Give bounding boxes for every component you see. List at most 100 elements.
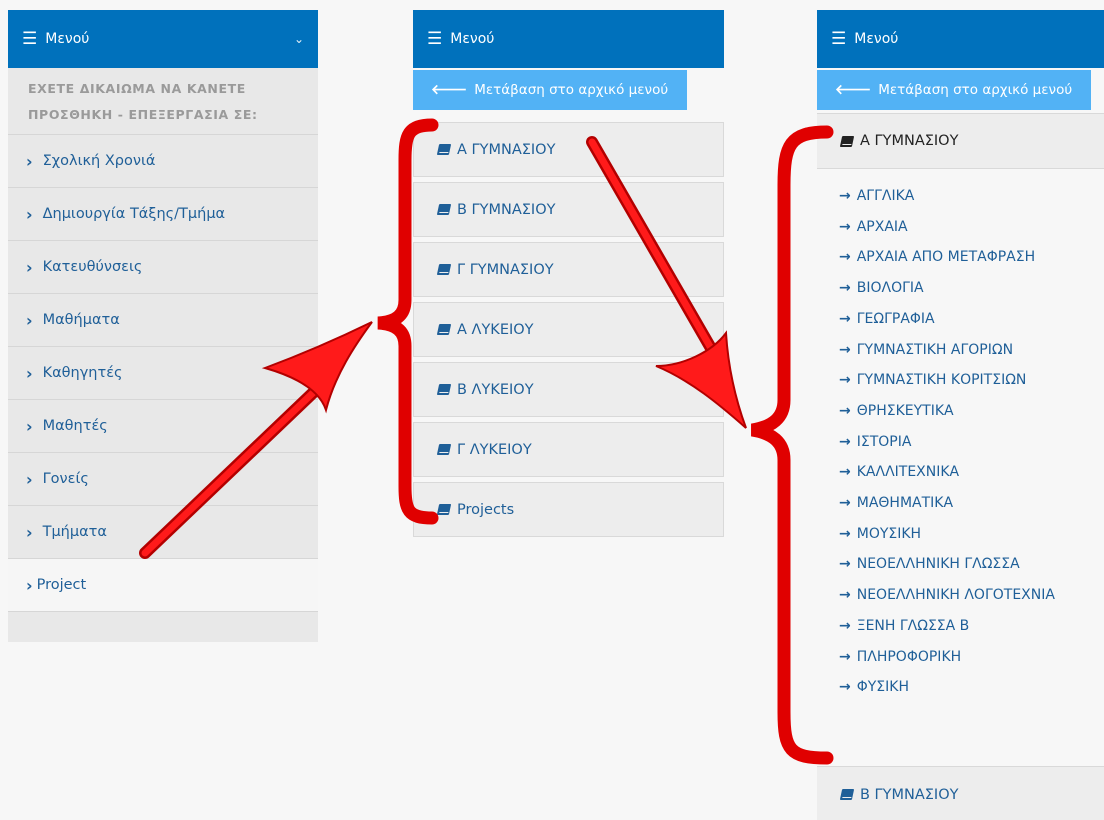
subject-label: ΑΓΓΛΙΚΑ xyxy=(856,188,915,204)
arrow-right-icon: → xyxy=(839,341,851,358)
subject-link-6[interactable]: → ΓΥΜΝΑΣΤΙΚΗ ΚΟΡΙΤΣΙΩΝ xyxy=(839,365,1104,396)
book-icon xyxy=(436,444,452,455)
chevron-right-icon: › xyxy=(26,257,33,277)
book-icon xyxy=(436,204,452,215)
selected-class-item[interactable]: Α ΓΥΜΝΑΣΙΟΥ xyxy=(817,113,1104,169)
subject-label: ΠΛΗΡΟΦΟΡΙΚΗ xyxy=(856,648,962,665)
subject-label: ΒΙΟΛΟΓΙΑ xyxy=(856,280,924,297)
subject-link-3[interactable]: → ΒΙΟΛΟΓΙΑ xyxy=(839,273,1104,304)
chevron-down-icon[interactable]: ⌄ xyxy=(294,32,304,46)
arrow-right-icon: → xyxy=(839,495,851,512)
menu-title: Μενού xyxy=(450,31,495,47)
subject-link-5[interactable]: → ΓΥΜΝΑΣΤΙΚΗ ΑΓΟΡΙΩΝ xyxy=(839,335,1104,366)
sidebar-item-label: Δημιουργία Τάξης/Τμήμα xyxy=(42,206,226,222)
class-item-next[interactable]: Β ΓΥΜΝΑΣΙΟΥ xyxy=(817,766,1104,820)
arrow-left-icon: 🡐 xyxy=(835,82,872,98)
sidebar-item-label: Γονείς xyxy=(42,471,89,487)
subject-link-13[interactable]: → ΝΕΟΕΛΛΗΝΙΚΗ ΛΟΓΟΤΕΧΝΙΑ xyxy=(839,580,1104,611)
class-item-2[interactable]: Γ ΓΥΜΝΑΣΙΟΥ xyxy=(413,242,724,297)
sidebar-item-5[interactable]: › Μαθητές xyxy=(8,400,318,453)
book-icon xyxy=(436,384,452,395)
sidebar-item-label: Καθηγητές xyxy=(42,365,123,381)
subject-link-4[interactable]: → ΓΕΩΓΡΑΦΙΑ xyxy=(839,304,1104,335)
subject-label: ΦΥΣΙΚΗ xyxy=(856,679,909,696)
menu-header[interactable]: ☰ Μενού ⌄ xyxy=(8,10,318,68)
sidebar-item-label: Project xyxy=(36,577,87,593)
sidebar-item-2[interactable]: › Κατευθύνσεις xyxy=(8,241,318,294)
subject-link-15[interactable]: → ΠΛΗΡΟΦΟΡΙΚΗ xyxy=(839,642,1104,673)
class-item-0[interactable]: Α ΓΥΜΝΑΣΙΟΥ xyxy=(413,122,724,177)
sidebar-item-label: Μαθητές xyxy=(42,418,108,434)
back-to-main-menu-button[interactable]: 🡐 Μετάβαση στο αρχικό μενού xyxy=(817,70,1091,110)
class-item-3[interactable]: Α ΛΥΚΕΙΟΥ xyxy=(413,302,724,357)
class-item-label: Α ΓΥΜΝΑΣΙΟΥ xyxy=(457,141,556,158)
arrow-right-icon: → xyxy=(839,648,851,665)
class-item-label: Α ΛΥΚΕΙΟΥ xyxy=(457,321,534,338)
class-item-4[interactable]: Β ΛΥΚΕΙΟΥ xyxy=(413,362,724,417)
subject-label: ΓΥΜΝΑΣΤΙΚΗ ΑΓΟΡΙΩΝ xyxy=(856,341,1014,358)
class-item-1[interactable]: Β ΓΥΜΝΑΣΙΟΥ xyxy=(413,182,724,237)
subject-list: → ΑΓΓΛΙΚΑ → ΑΡΧΑΙΑ → ΑΡΧΑΙΑ ΑΠΟ ΜΕΤΑΦΡΑΣΗ → ΒΙΟ… xyxy=(817,169,1104,703)
hamburger-icon: ☰ xyxy=(831,28,847,49)
subject-label: ΘΡΗΣΚΕΥΤΙΚΑ xyxy=(856,402,954,419)
arrow-right-icon: → xyxy=(839,310,851,327)
sidebar-item-7[interactable]: › Τμήματα xyxy=(8,506,318,559)
classes-panel: ☰ Μενού 🡐 Μετάβαση στο αρχικό μενού Α ΓΥ… xyxy=(413,10,724,537)
sidebar-item-label: Τμήματα xyxy=(42,524,107,540)
subject-link-12[interactable]: → ΝΕΟΕΛΛΗΝΙΚΗ ΓΛΩΣΣΑ xyxy=(839,549,1104,580)
selected-class-label: Α ΓΥΜΝΑΣΙΟΥ xyxy=(860,133,959,149)
class-item-label: Γ ΓΥΜΝΑΣΙΟΥ xyxy=(457,261,554,278)
sidebar-item-4[interactable]: › Καθηγητές xyxy=(8,347,318,400)
subject-label: ΚΑΛΛΙΤΕΧΝΙΚΑ xyxy=(856,464,960,481)
sidebar-item-3[interactable]: › Μαθήματα xyxy=(8,294,318,347)
subject-label: ΜΑΘΗΜΑΤΙΚΑ xyxy=(856,495,954,512)
menu-header[interactable]: ☰ Μενού xyxy=(413,10,724,68)
menu-title: Μενού xyxy=(45,31,90,47)
back-to-main-menu-button[interactable]: 🡐 Μετάβαση στο αρχικό μενού xyxy=(413,70,687,110)
chevron-right-icon: › xyxy=(26,575,33,595)
arrow-right-icon: → xyxy=(839,433,851,450)
book-icon xyxy=(436,264,452,275)
subject-link-16[interactable]: → ΦΥΣΙΚΗ xyxy=(839,672,1104,703)
menu-title: Μενού xyxy=(854,31,899,47)
permissions-notice: ΕΧΕΤΕ ΔΙΚΑΙΩΜΑ ΝΑ ΚΑΝΕΤΕ ΠΡΟΣΘΗΚΗ - ΕΠΕΞ… xyxy=(8,68,318,135)
subject-link-7[interactable]: → ΘΡΗΣΚΕΥΤΙΚΑ xyxy=(839,396,1104,427)
arrow-right-icon: → xyxy=(839,679,851,696)
subjects-panel: ☰ Μενού 🡐 Μετάβαση στο αρχικό μενού Α ΓΥ… xyxy=(817,10,1104,820)
subject-link-8[interactable]: → ΙΣΤΟΡΙΑ xyxy=(839,427,1104,458)
hamburger-icon: ☰ xyxy=(427,28,443,49)
book-icon xyxy=(436,504,452,515)
sidebar-item-6[interactable]: › Γονείς xyxy=(8,453,318,506)
subject-link-10[interactable]: → ΜΑΘΗΜΑΤΙΚΑ xyxy=(839,488,1104,519)
subject-label: ΓΥΜΝΑΣΤΙΚΗ ΚΟΡΙΤΣΙΩΝ xyxy=(856,372,1027,389)
arrow-right-icon: → xyxy=(839,587,851,604)
subject-link-2[interactable]: → ΑΡΧΑΙΑ ΑΠΟ ΜΕΤΑΦΡΑΣΗ xyxy=(839,242,1104,273)
subject-link-0[interactable]: → ΑΓΓΛΙΚΑ xyxy=(839,181,1104,212)
subject-label: ΝΕΟΕΛΛΗΝΙΚΗ ΓΛΩΣΣΑ xyxy=(856,556,1020,573)
subject-label: ΑΡΧΑΙΑ ΑΠΟ ΜΕΤΑΦΡΑΣΗ xyxy=(856,249,1036,266)
class-item-6[interactable]: Projects xyxy=(413,482,724,537)
subject-link-11[interactable]: → ΜΟΥΣΙΚΗ xyxy=(839,519,1104,550)
subject-link-9[interactable]: → ΚΑΛΛΙΤΕΧΝΙΚΑ xyxy=(839,457,1104,488)
sidebar-item-8[interactable]: › Project xyxy=(8,559,318,612)
main-menu-panel: ☰ Μενού ⌄ ΕΧΕΤΕ ΔΙΚΑΙΩΜΑ ΝΑ ΚΑΝΕΤΕ ΠΡΟΣΘ… xyxy=(8,10,318,642)
arrow-right-icon: → xyxy=(839,218,851,235)
sidebar-item-label: Σχολική Χρονιά xyxy=(42,153,156,169)
menu-header[interactable]: ☰ Μενού xyxy=(817,10,1104,68)
subject-label: ΞΕΝΗ ΓΛΩΣΣΑ Β xyxy=(856,617,970,634)
sidebar-item-0[interactable]: › Σχολική Χρονιά xyxy=(8,135,318,188)
book-icon xyxy=(436,324,452,335)
subject-link-14[interactable]: → ΞΕΝΗ ΓΛΩΣΣΑ Β xyxy=(839,611,1104,642)
arrow-right-icon: → xyxy=(839,372,851,389)
class-item-label: Γ ΛΥΚΕΙΟΥ xyxy=(457,441,532,458)
class-item-5[interactable]: Γ ΛΥΚΕΙΟΥ xyxy=(413,422,724,477)
back-button-label: Μετάβαση στο αρχικό μενού xyxy=(474,82,669,98)
book-icon xyxy=(839,135,855,147)
subject-label: ΝΕΟΕΛΛΗΝΙΚΗ ΛΟΓΟΤΕΧΝΙΑ xyxy=(856,587,1055,604)
back-button-label: Μετάβαση στο αρχικό μενού xyxy=(878,82,1073,98)
arrow-right-icon: → xyxy=(839,556,851,573)
subject-link-1[interactable]: → ΑΡΧΑΙΑ xyxy=(839,212,1104,243)
sidebar-item-1[interactable]: › Δημιουργία Τάξης/Τμήμα xyxy=(8,188,318,241)
chevron-right-icon: › xyxy=(26,416,33,436)
brace-subjects-annotation xyxy=(750,125,834,765)
